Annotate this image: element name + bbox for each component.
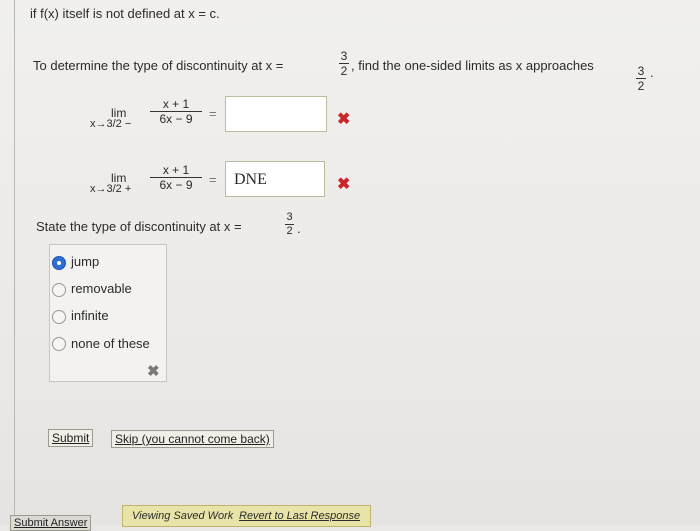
limit-2-equals: = [209, 172, 217, 187]
determine-end-fraction: 3 2 [636, 65, 646, 92]
radio-infinite[interactable] [52, 310, 66, 324]
state-suffix: . [297, 221, 301, 236]
determine-end-suffix: . [650, 65, 654, 80]
limit-2-numerator: x + 1 [162, 163, 190, 177]
state-fraction: 3 2 [285, 212, 294, 237]
submit-answer-button[interactable]: Submit Answer [10, 515, 92, 531]
determine-fraction: 3 2 [339, 50, 349, 77]
option-label[interactable]: none of these [71, 336, 150, 351]
radio-removable[interactable] [52, 283, 66, 297]
limit-2-approach: x→3/2 + [90, 183, 132, 195]
limit-1-expression: x + 1 6x − 9 [150, 98, 202, 125]
state-prefix: State the type of discontinuity at x = [36, 219, 242, 234]
incorrect-x-icon: ✖ [337, 111, 351, 128]
limit-2-denominator: 6x − 9 [159, 178, 193, 192]
limit-1-answer-input[interactable] [225, 96, 327, 132]
determine-prefix: To determine the type of discontinuity a… [33, 58, 284, 73]
limit-1-numerator: x + 1 [162, 97, 190, 111]
revert-link[interactable]: Revert to Last Response [239, 510, 360, 522]
limit-1-denominator: 6x − 9 [159, 112, 193, 126]
submit-button[interactable]: Submit [48, 429, 94, 447]
incorrect-x-icon: ✖ [337, 176, 351, 193]
fraction-numerator: 3 [286, 211, 293, 223]
incorrect-x-icon: ✖ [147, 363, 160, 380]
intro-text: if f(x) itself is not defined at x = c. [30, 6, 220, 21]
fraction-numerator: 3 [340, 49, 348, 63]
radio-jump[interactable] [52, 256, 66, 270]
skip-button[interactable]: Skip (you cannot come back) [111, 430, 274, 448]
fraction-denominator: 2 [637, 79, 645, 93]
radio-none-of-these[interactable] [52, 337, 66, 351]
limit-2-expression: x + 1 6x − 9 [150, 164, 202, 191]
frame-edge [14, 0, 15, 525]
fraction-denominator: 2 [340, 64, 348, 78]
option-label[interactable]: jump [71, 254, 99, 269]
limit-2-answer-input[interactable]: DNE [225, 161, 325, 197]
determine-middle: , find the one-sided limits as x approac… [351, 58, 594, 73]
limit-1-equals: = [209, 106, 217, 121]
option-label[interactable]: removable [71, 281, 132, 296]
limit-1-approach: x→3/2 − [90, 118, 132, 130]
option-label[interactable]: infinite [71, 308, 109, 323]
fraction-numerator: 3 [637, 64, 645, 78]
fraction-denominator: 2 [286, 225, 293, 237]
viewing-saved-work-text: Viewing Saved Work [132, 510, 234, 522]
